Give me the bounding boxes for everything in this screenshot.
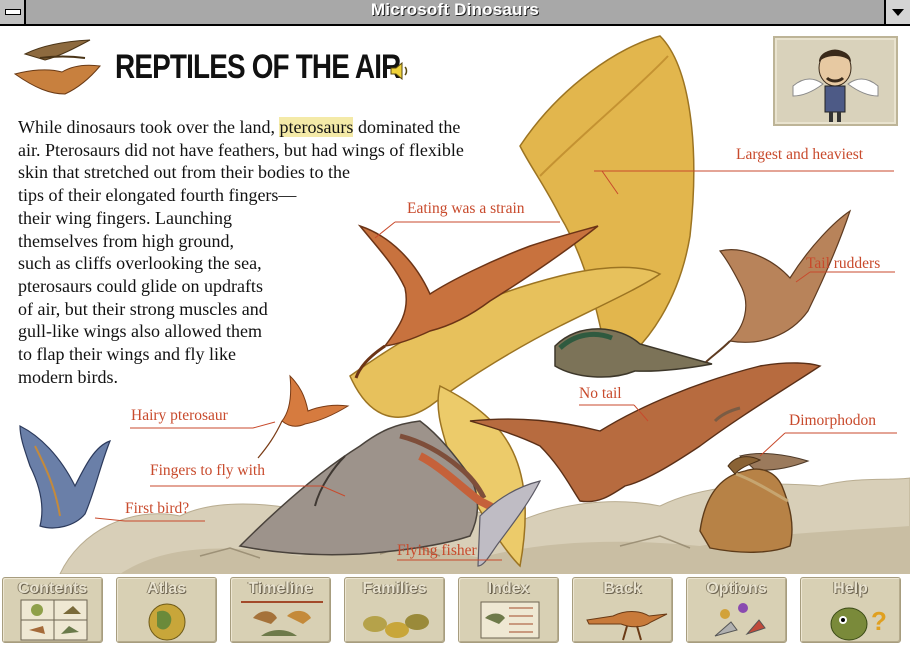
back-button[interactable]: Back bbox=[572, 577, 673, 643]
label-eating-was-a-strain[interactable]: Eating was a strain bbox=[407, 200, 525, 218]
body-line: tips of their elongated fourth fingers— bbox=[18, 185, 297, 206]
pterosaurs-hotword-link[interactable]: pterosaurs bbox=[279, 117, 354, 137]
options-button[interactable]: Options bbox=[686, 577, 787, 643]
options-button-label: Options bbox=[706, 580, 767, 597]
body-line: their wing fingers. Launching bbox=[18, 207, 232, 228]
body-text-segment: While dinosaurs took over the land, bbox=[18, 117, 280, 137]
window-title: Microsoft Dinosaurs bbox=[370, 0, 540, 19]
guide-portrait[interactable] bbox=[773, 36, 898, 126]
atlas-button-label: Atlas bbox=[146, 580, 187, 597]
body-line: themselves from high ground, bbox=[18, 230, 234, 251]
page-title: REPTILES OF THE AIR bbox=[115, 48, 401, 86]
help-button-label: Help bbox=[833, 580, 868, 597]
contents-button[interactable]: Contents bbox=[2, 577, 103, 643]
body-line: of air, but their strong muscles and bbox=[18, 298, 268, 319]
label-dimorphodon[interactable]: Dimorphodon bbox=[789, 412, 876, 430]
label-hairy-pterosaur[interactable]: Hairy pterosaur bbox=[131, 407, 228, 425]
timeline-button-label: Timeline bbox=[248, 580, 313, 597]
label-no-tail[interactable]: No tail bbox=[579, 385, 622, 403]
back-button-label: Back bbox=[603, 580, 642, 597]
index-button-label: Index bbox=[487, 580, 530, 597]
body-text-segment: dominated the bbox=[353, 117, 461, 137]
speaker-icon[interactable] bbox=[389, 62, 411, 80]
body-line: While dinosaurs took over the land, pter… bbox=[18, 116, 618, 139]
atlas-button[interactable]: Atlas bbox=[116, 577, 217, 643]
system-menu-icon bbox=[5, 9, 21, 15]
body-line: such as cliffs overlooking the sea, bbox=[18, 253, 262, 274]
families-button[interactable]: Families bbox=[344, 577, 445, 643]
minimize-button[interactable] bbox=[884, 0, 910, 24]
minimize-arrow-icon bbox=[892, 9, 904, 16]
label-tail-rudders[interactable]: Tail rudders bbox=[806, 255, 880, 273]
label-flying-fisher[interactable]: Flying fisher bbox=[397, 542, 477, 560]
label-first-bird[interactable]: First bird? bbox=[125, 500, 189, 518]
body-line: modern birds. bbox=[18, 366, 118, 387]
timeline-button[interactable]: Timeline bbox=[230, 577, 331, 643]
title-bar: Microsoft Dinosaurs bbox=[0, 0, 910, 26]
navigation-toolbar: Contents Atlas Timeline Families Index B… bbox=[0, 574, 910, 647]
body-line: gull-like wings also allowed them bbox=[18, 321, 262, 342]
system-menu-button[interactable] bbox=[0, 0, 26, 24]
body-text: While dinosaurs took over the land, pter… bbox=[18, 116, 618, 388]
index-button[interactable]: Index bbox=[458, 577, 559, 643]
body-line: to flap their wings and fly like bbox=[18, 344, 236, 365]
help-button[interactable]: ? Help bbox=[800, 577, 901, 643]
body-line: air. Pterosaurs did not have feathers, b… bbox=[18, 139, 464, 160]
label-largest-and-heaviest[interactable]: Largest and heaviest bbox=[736, 146, 863, 164]
label-fingers-to-fly-with[interactable]: Fingers to fly with bbox=[150, 462, 265, 480]
families-button-label: Families bbox=[362, 580, 427, 597]
contents-button-label: Contents bbox=[17, 580, 88, 597]
body-line: pterosaurs could glide on updrafts bbox=[18, 275, 263, 296]
guide-character-icon bbox=[792, 49, 879, 122]
svg-text:?: ? bbox=[871, 606, 887, 636]
body-line: skin that stretched out from their bodie… bbox=[18, 162, 350, 183]
